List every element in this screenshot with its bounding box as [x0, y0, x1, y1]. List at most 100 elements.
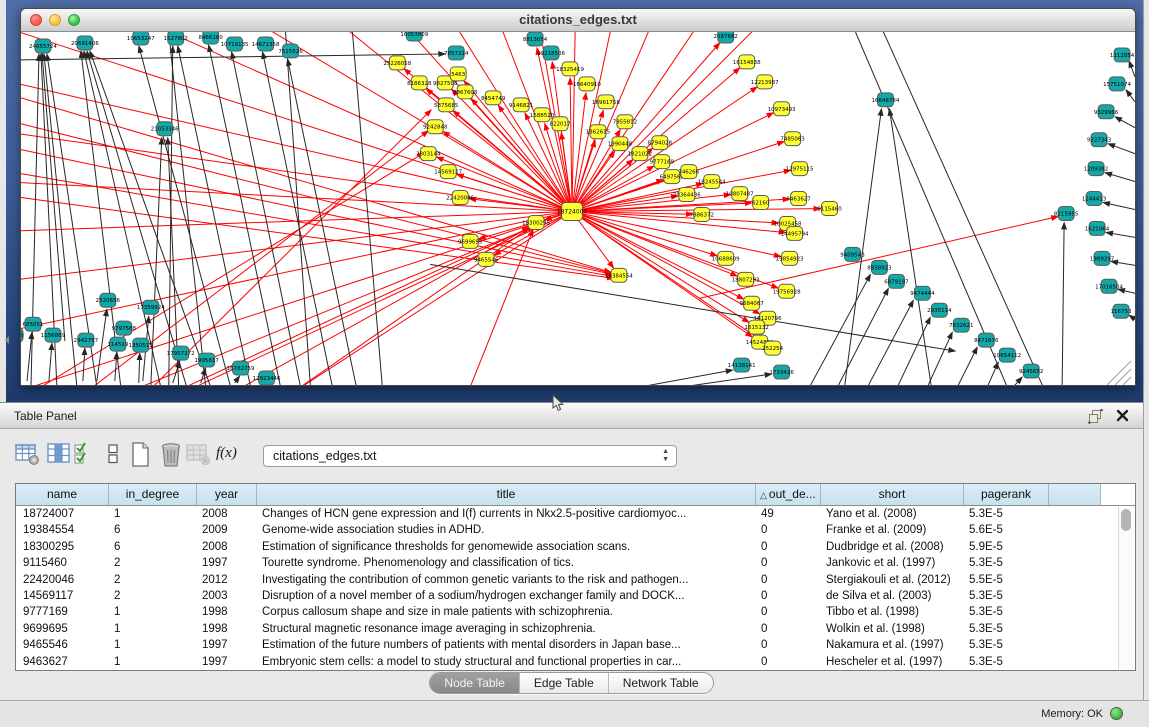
close-button[interactable]	[30, 14, 42, 26]
table-row[interactable]: 911546021997Tourette syndrome. Phenomeno…	[16, 555, 1135, 571]
citation-network-graph[interactable]: 2405572420691406106532471527802846616010…	[21, 32, 1135, 386]
graph-node[interactable]: 12923446	[253, 371, 281, 385]
graph-node[interactable]: 18245544	[698, 175, 726, 189]
graph-node[interactable]: 746266	[678, 165, 699, 179]
graph-node[interactable]: 9797588	[112, 321, 137, 335]
graph-node[interactable]: 2087682	[714, 32, 738, 43]
table-panel-titlebar[interactable]: Table Panel	[0, 402, 1143, 429]
graph-node[interactable]: 12975115	[786, 162, 814, 176]
graph-node[interactable]: 685051	[23, 317, 44, 331]
graph-node[interactable]: 1209382	[1084, 162, 1108, 176]
graph-node[interactable]: 822017	[550, 117, 571, 131]
graph-node[interactable]: 10654112	[993, 348, 1021, 362]
zoom-button[interactable]	[68, 14, 80, 26]
graph-node[interactable]: 14671358	[252, 37, 280, 51]
graph-node[interactable]: 1990448	[608, 137, 633, 151]
graph-node[interactable]: 17016504	[1095, 279, 1123, 293]
graph-node[interactable]: 1350515	[129, 338, 153, 352]
graph-node[interactable]: 10719135	[221, 37, 249, 51]
graph-node[interactable]: 8186328	[407, 76, 432, 90]
graph-node[interactable]: 12213987	[751, 75, 779, 89]
table-row[interactable]: 977716911998Corpus callosum shape and si…	[16, 604, 1135, 620]
graph-node[interactable]: 1156869	[41, 328, 66, 342]
graph-node[interactable]: 19756928	[773, 284, 801, 298]
graph-node[interactable]: 22420046	[446, 191, 474, 205]
column-header-year[interactable]: year	[197, 484, 257, 505]
table-options-icon[interactable]	[15, 442, 41, 468]
tab-edge-table[interactable]: Edge Table	[519, 673, 608, 693]
graph-node[interactable]: 116753	[1111, 304, 1132, 318]
graph-node[interactable]: 20691406	[71, 36, 99, 50]
graph-node[interactable]: 19854923	[776, 251, 804, 265]
graph-node[interactable]: 20364436	[673, 188, 701, 202]
graph-node[interactable]: 19218506	[537, 46, 565, 60]
graph-node[interactable]: 8794028	[648, 136, 673, 150]
resize-handle-icon[interactable]	[1107, 361, 1131, 385]
graph-node[interactable]: 9463627	[786, 192, 811, 206]
graph-node[interactable]: 19384554	[605, 268, 633, 282]
window-titlebar[interactable]: citations_edges.txt	[21, 9, 1135, 32]
table-selector-combobox[interactable]: citations_edges.txt ▲▼	[263, 445, 677, 467]
graph-node[interactable]: 17957272	[167, 346, 195, 360]
graph-node[interactable]: 8454749	[481, 91, 506, 105]
graph-node[interactable]: 2935114	[927, 303, 952, 317]
graph-node[interactable]: 10653247	[127, 32, 155, 45]
graph-node[interactable]: 8466160	[198, 32, 223, 44]
graph-node[interactable]: 8471676	[974, 333, 999, 347]
graph-node[interactable]: 1995817	[194, 353, 219, 367]
graph-node[interactable]: 15751074	[1103, 77, 1131, 91]
row-height-icon[interactable]	[104, 442, 130, 468]
graph-node[interactable]: 9684067	[740, 296, 765, 310]
tab-node-table[interactable]: Node Table	[430, 673, 519, 693]
graph-node[interactable]: 2803144	[416, 147, 441, 161]
graph-node[interactable]: 10688609	[712, 251, 740, 265]
table-row[interactable]: 946362711997Embryonic stem cells: a mode…	[16, 654, 1135, 670]
delete-table-icon[interactable]	[158, 442, 184, 468]
graph-node[interactable]: 7857224	[444, 46, 469, 60]
graph-node[interactable]: 1821022	[628, 147, 652, 161]
vertical-scrollbar[interactable]	[1118, 507, 1134, 669]
graph-node[interactable]: 5875685	[434, 98, 458, 112]
collapsed-panel-arrow-icon[interactable]	[1, 336, 9, 344]
graph-node[interactable]: 114519	[107, 337, 128, 351]
graph-node[interactable]: 9115460	[817, 202, 842, 216]
graph-node[interactable]: 8215955	[1054, 207, 1078, 221]
graph-node[interactable]: 9245652	[1019, 364, 1043, 378]
graph-node[interactable]: 39159	[21, 328, 24, 342]
function-builder-icon[interactable]: f(x)	[216, 445, 242, 471]
graph-node[interactable]: 7955812	[613, 115, 637, 129]
graph-node[interactable]: 10807487	[726, 187, 754, 201]
graph-node[interactable]: 9329966	[1094, 105, 1119, 119]
table-row[interactable]: 2242004622012Investigating the contribut…	[16, 572, 1135, 588]
graph-node[interactable]: 7485063	[780, 132, 805, 146]
graph-node[interactable]: 1733426	[769, 365, 794, 379]
show-columns-icon[interactable]	[47, 442, 73, 468]
memory-status-indicator-icon[interactable]	[1110, 707, 1123, 720]
table-row[interactable]: 1938455462009Genome-wide association stu…	[16, 522, 1135, 538]
graph-node[interactable]: 16053809	[400, 32, 428, 41]
graph-node[interactable]: 1527802	[164, 32, 188, 45]
graph-node[interactable]: 1244413	[1082, 192, 1107, 206]
graph-node[interactable]: 14569117	[434, 165, 462, 179]
graph-node[interactable]: 62160	[752, 196, 770, 210]
graph-node[interactable]: 9474444	[910, 286, 935, 300]
scrollbar-thumb[interactable]	[1121, 509, 1131, 531]
graph-node[interactable]: 2867608	[453, 85, 478, 99]
graph-node[interactable]: 8813054	[523, 32, 548, 46]
table-row[interactable]: 1872400712008Changes of HCN gene express…	[16, 506, 1135, 522]
column-header-name[interactable]: name	[16, 484, 109, 505]
table-type-tabs[interactable]: Node TableEdge TableNetwork Table	[429, 672, 713, 694]
graph-node[interactable]: 1621064	[1085, 221, 1110, 235]
graph-node[interactable]: 9227343	[1087, 133, 1112, 147]
graph-node[interactable]: 6879197	[884, 274, 909, 288]
table-row[interactable]: 1456911722003Disruption of a novel membe…	[16, 588, 1135, 604]
minimize-button[interactable]	[49, 14, 61, 26]
column-header-in_degree[interactable]: in_degree	[109, 484, 197, 505]
graph-node[interactable]: 24055724	[29, 39, 57, 53]
float-panel-button[interactable]	[1088, 409, 1103, 424]
graph-node[interactable]: 1362615	[586, 125, 610, 139]
graph-node[interactable]: 2520656	[96, 293, 121, 307]
graph-node[interactable]: 1989297	[1090, 251, 1115, 265]
graph-node[interactable]: 2942757	[74, 333, 99, 347]
graph-node[interactable]: 16782759	[227, 361, 255, 375]
